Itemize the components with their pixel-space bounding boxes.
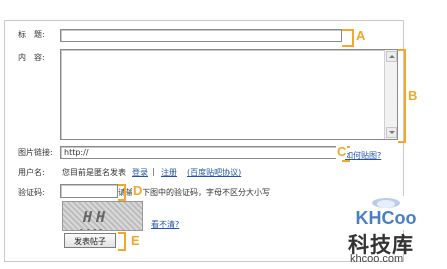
image-link-value: http:// (64, 148, 89, 157)
title-input[interactable] (60, 29, 342, 42)
annotation-bracket-d (118, 184, 126, 201)
captcha-text: HH WX (77, 208, 111, 230)
captcha-input[interactable] (60, 184, 118, 198)
annotation-c: C (336, 144, 348, 159)
content-label: 内 容: (18, 53, 45, 62)
anonymous-text: 您目前是匿名发表 (62, 168, 126, 177)
login-link[interactable]: 登录 (132, 167, 148, 178)
image-link-input[interactable]: http:// (60, 146, 342, 159)
annotation-d: D (132, 183, 144, 198)
khcoo-logo-icon: KHCoo (346, 196, 426, 230)
logo-wordmark: KHCoo (356, 208, 417, 228)
captcha-image: HH WX (62, 201, 143, 231)
image-link-label: 图片链接: (18, 148, 53, 157)
annotation-e: E (131, 233, 140, 248)
annotation-bracket-e (118, 232, 126, 251)
annotation-b: B (408, 88, 418, 103)
title-label: 标 题: (18, 30, 45, 39)
agreement-link[interactable]: (百度贴吧协议) (187, 167, 241, 178)
image-help-link[interactable]: 如何贴图? (345, 150, 381, 161)
scroll-up-icon[interactable] (386, 51, 397, 62)
submit-button[interactable]: 发表帖子 (64, 233, 116, 248)
cant-see-link[interactable]: 看不清? (151, 219, 179, 230)
content-textarea[interactable] (60, 49, 398, 140)
link-separator: | (152, 167, 155, 176)
annotation-bracket-a (342, 29, 354, 47)
annotation-a: A (356, 28, 366, 43)
annotation-bracket-b (398, 49, 406, 143)
register-link[interactable]: 注册 (161, 167, 177, 178)
scroll-down-icon[interactable] (386, 127, 397, 138)
username-label: 用户名: (18, 168, 45, 177)
captcha-label: 验证码: (18, 188, 45, 197)
watermark-url: khcoo.com (350, 253, 404, 265)
textarea-scrollbar[interactable] (384, 50, 397, 139)
